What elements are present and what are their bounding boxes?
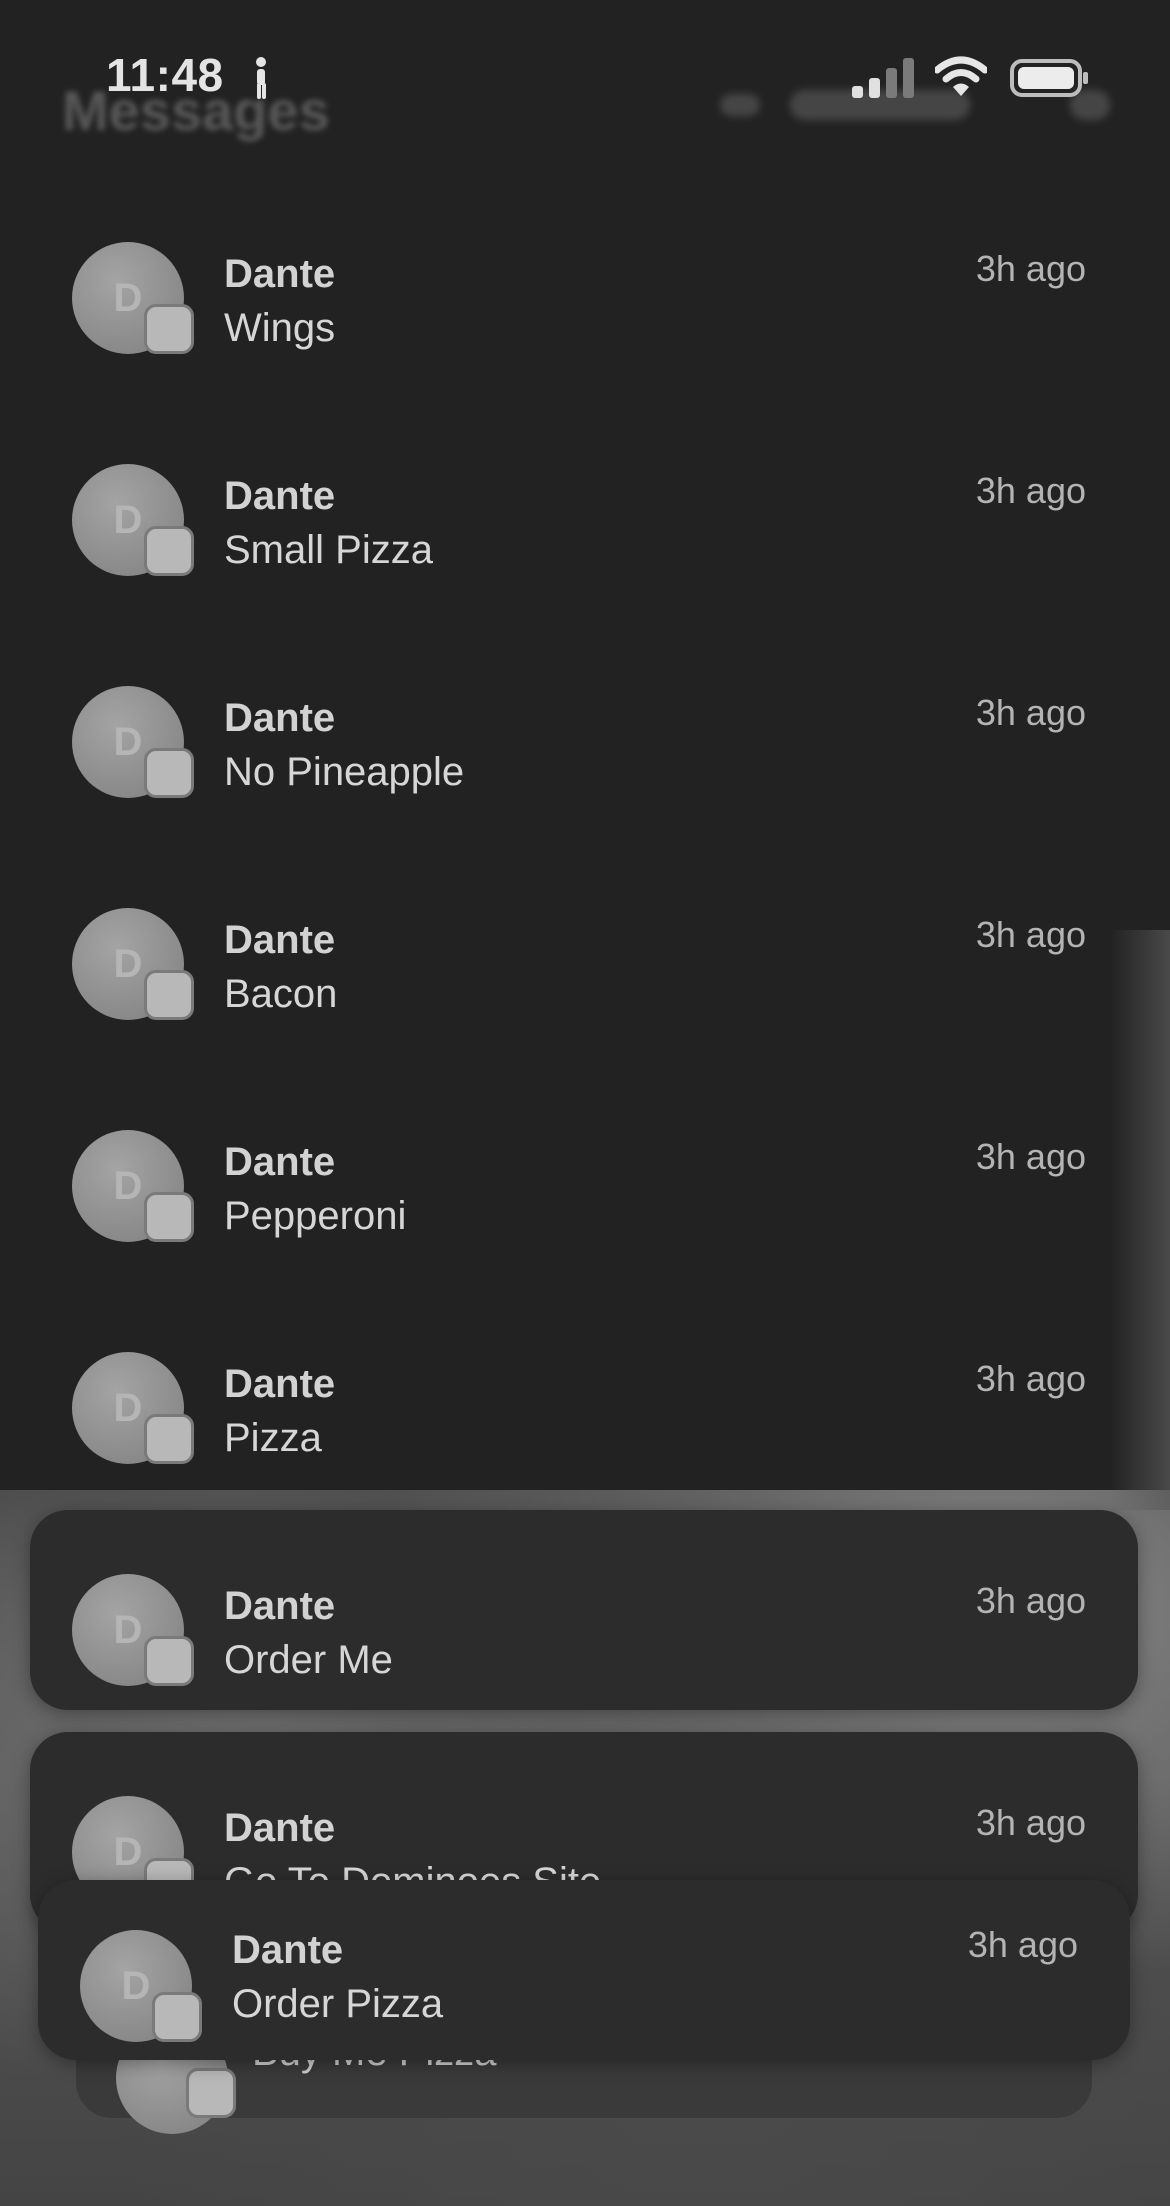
notification-item[interactable]: D Dante Pizza 3h ago — [30, 1288, 1138, 1488]
notification-message: Bacon — [224, 972, 338, 1016]
notification-item[interactable]: D Dante No Pineapple 3h ago — [30, 622, 1138, 822]
notification-time: 3h ago — [975, 1358, 1086, 1399]
notification-sender: Dante — [224, 1362, 336, 1406]
messages-app-icon — [144, 526, 194, 576]
notification-sender: Dante — [224, 252, 336, 296]
status-bar: Messages 11:48 — [0, 0, 1170, 142]
status-time: 11:48 — [106, 49, 224, 101]
messages-app-icon — [186, 2068, 236, 2118]
messages-app-icon — [144, 1636, 194, 1686]
notification-time: 3h ago — [975, 470, 1086, 511]
notification-message: Pepperoni — [224, 1194, 407, 1238]
notification-item[interactable]: D Dante Bacon 3h ago — [30, 844, 1138, 1044]
notification-time: 3h ago — [967, 1924, 1078, 1965]
notification-time: 3h ago — [975, 248, 1086, 289]
messages-app-icon — [144, 970, 194, 1020]
notification-time: 3h ago — [975, 1136, 1086, 1177]
notification-sender: Dante — [224, 1806, 336, 1850]
notification-message: Small Pizza — [224, 528, 433, 572]
notification-sender: Dante — [224, 474, 336, 518]
notification-sender: Dante — [224, 1140, 336, 1184]
notification-sender: Dante — [224, 918, 336, 962]
messages-app-icon — [144, 1192, 194, 1242]
notification-item[interactable]: D Dante Small Pizza 3h ago — [30, 400, 1138, 600]
notification-center: Messages 11:48 D Dante Wings 3h ago D Da… — [0, 0, 1170, 2206]
notification-time: 3h ago — [975, 1802, 1086, 1843]
notification-message: Order Pizza — [232, 1982, 444, 2026]
messages-app-icon — [144, 1414, 194, 1464]
notification-message: Order Me — [224, 1638, 393, 1682]
notification-item[interactable]: D Dante Order Me 3h ago — [30, 1510, 1138, 1710]
person-walking-icon — [256, 57, 266, 99]
wifi-icon — [935, 56, 987, 96]
notification-time: 3h ago — [975, 692, 1086, 733]
notification-sender: Dante — [224, 696, 336, 740]
messages-app-icon — [144, 748, 194, 798]
notification-message: Pizza — [224, 1416, 322, 1460]
notification-time: 3h ago — [975, 1580, 1086, 1621]
notification-sender: Dante — [232, 1928, 344, 1972]
notification-message: Wings — [224, 306, 336, 350]
notification-message: No Pineapple — [224, 750, 465, 794]
cellular-signal-icon — [852, 58, 914, 98]
notification-item[interactable]: D Dante Wings 3h ago — [30, 178, 1138, 378]
notification-item[interactable]: D Dante Order Pizza 3h ago — [38, 1880, 1130, 2060]
notification-sender: Dante — [224, 1584, 336, 1628]
messages-app-icon — [144, 304, 194, 354]
messages-app-icon — [152, 1992, 202, 2042]
notification-item[interactable]: D Dante Pepperoni 3h ago — [30, 1066, 1138, 1266]
notification-time: 3h ago — [975, 914, 1086, 955]
battery-icon — [1010, 59, 1088, 97]
